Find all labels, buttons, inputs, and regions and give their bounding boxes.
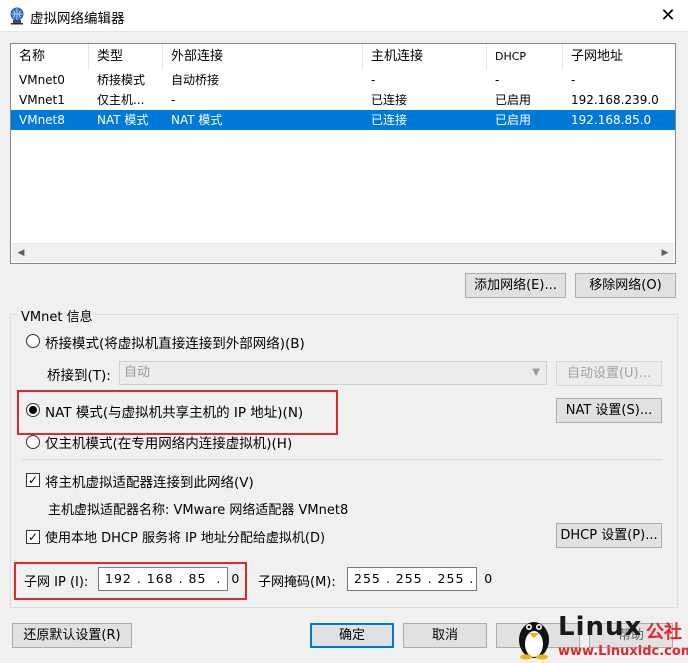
cell-external: 自动桥接 [171, 73, 220, 87]
cell-host: - [371, 73, 376, 87]
watermark-url: www.Linuxidc.com [558, 644, 688, 659]
cell-type: 桥接模式 [97, 73, 146, 87]
cell-dhcp: - [495, 73, 500, 87]
cell-host: 已连接 [371, 113, 408, 127]
cell-subnet: - [571, 73, 576, 87]
scroll-right-icon[interactable]: ▶ [656, 244, 674, 262]
highlight-box-nat [17, 390, 338, 435]
table-row[interactable]: VMnet0 桥接模式 自动桥接 - - - [11, 70, 675, 90]
cell-subnet: 192.168.239.0 [571, 93, 659, 107]
cell-name: VMnet8 [19, 113, 65, 127]
bridge-mode-radio[interactable] [26, 334, 40, 348]
subnet-mask-label: 子网掩码(M): [258, 575, 336, 590]
cell-external: NAT 模式 [171, 113, 223, 127]
cancel-button[interactable]: 取消 [403, 623, 487, 648]
host-only-radio[interactable] [26, 435, 40, 449]
subnet-mask-field[interactable]: 255 . 255 . 255 . 0 [347, 567, 492, 591]
ok-button[interactable]: 确定 [310, 623, 394, 648]
divider [22, 459, 662, 460]
chevron-down-icon: ▼ [532, 367, 540, 378]
network-globe-icon [8, 7, 26, 25]
nat-settings-button[interactable]: NAT 设置(S)... [556, 398, 662, 423]
remove-network-button[interactable]: 移除网络(O) [575, 273, 676, 298]
network-list[interactable]: 名称 类型 外部连接 主机连接 DHCP 子网地址 VMnet0 桥接模式 自动… [10, 43, 676, 264]
bridge-mode-label[interactable]: 桥接模式(将虚拟机直接连接到外部网络)(B) [45, 332, 305, 352]
column-header-subnet[interactable]: 子网地址 [563, 44, 675, 70]
scroll-left-icon[interactable]: ◀ [12, 244, 30, 262]
column-header-name[interactable]: 名称 [11, 44, 89, 70]
horizontal-scrollbar[interactable]: ◀ ▶ [12, 243, 674, 262]
cell-dhcp: 已启用 [495, 93, 532, 107]
use-dhcp-label[interactable]: 使用本地 DHCP 服务将 IP 地址分配给虚拟机(D) [45, 527, 325, 546]
watermark: Linux 公社 www.Linuxidc.com [510, 612, 688, 663]
table-row-selected[interactable]: VMnet8 NAT 模式 NAT 模式 已连接 已启用 192.168.85.… [11, 110, 675, 130]
host-only-label[interactable]: 仅主机模式(在专用网络内连接虚拟机)(H) [45, 432, 292, 452]
adapter-name-text: 主机虚拟适配器名称: VMware 网络适配器 VMnet8 [48, 503, 349, 518]
vmnet-info-legend: VMnet 信息 [18, 306, 96, 325]
cell-type: 仅主机... [97, 93, 145, 107]
auto-settings-button: 自动设置(U)... [556, 361, 662, 386]
highlight-box-subnet [14, 562, 247, 600]
cell-dhcp: 已启用 [495, 113, 532, 127]
cell-external: - [171, 93, 176, 107]
cell-name: VMnet1 [19, 93, 65, 107]
column-header-type[interactable]: 类型 [89, 44, 163, 70]
column-header-external[interactable]: 外部连接 [163, 44, 363, 70]
add-network-button[interactable]: 添加网络(E)... [465, 273, 566, 298]
restore-defaults-button[interactable]: 还原默认设置(R) [12, 623, 132, 648]
column-header-host[interactable]: 主机连接 [363, 44, 487, 70]
bridge-to-select: 自动 ▼ [119, 361, 547, 385]
use-dhcp-checkbox[interactable]: ✓ [26, 530, 40, 544]
penguin-logo-icon [519, 622, 549, 660]
close-icon[interactable]: ✕ [650, 2, 686, 30]
connect-adapter-label[interactable]: 将主机虚拟适配器连接到此网络(V) [45, 471, 254, 491]
column-header-dhcp[interactable]: DHCP [487, 44, 563, 70]
bridge-to-value: 自动 [124, 365, 151, 380]
dhcp-settings-button[interactable]: DHCP 设置(P)... [556, 523, 662, 548]
watermark-brand-cn: 公社 [646, 622, 682, 643]
connect-adapter-checkbox[interactable]: ✓ [26, 473, 40, 487]
cell-host: 已连接 [371, 93, 408, 107]
cell-name: VMnet0 [19, 73, 65, 87]
bridge-to-label: 桥接到(T): [47, 368, 111, 384]
cell-subnet: 192.168.85.0 [571, 113, 652, 127]
table-row[interactable]: VMnet1 仅主机... - 已连接 已启用 192.168.239.0 [11, 90, 675, 110]
window-title: 虚拟网络编辑器 [30, 11, 125, 27]
watermark-brand: Linux [558, 612, 643, 642]
cell-type: NAT 模式 [97, 113, 149, 127]
